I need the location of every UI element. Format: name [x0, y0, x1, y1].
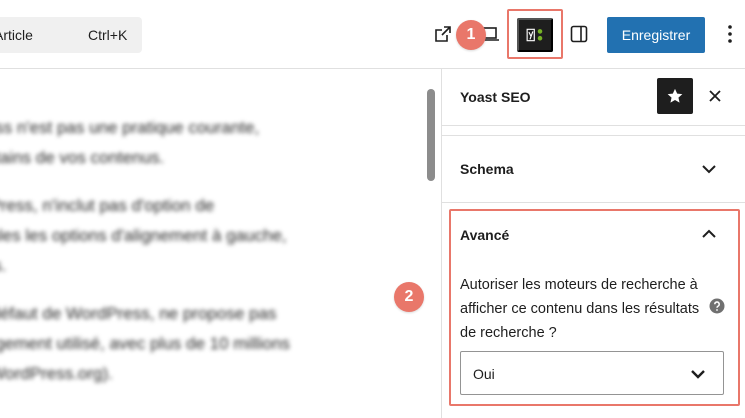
command-palette-shortcut: Ctrl+K [88, 27, 128, 43]
close-sidebar-button[interactable] [704, 85, 726, 107]
panel-schema[interactable]: Schema [442, 136, 745, 203]
select-value: Oui [473, 366, 495, 382]
settings-panel-icon [570, 25, 588, 43]
view-post-button[interactable] [431, 22, 455, 46]
sidebar-header: Yoast SEO [442, 69, 745, 126]
annotation-badge-1: 1 [456, 20, 486, 50]
editor-toolbar: Article Ctrl+K Enregistrer [0, 0, 745, 69]
paragraph-block[interactable]: dPress, n'inclut pas d'option de eules l… [0, 191, 400, 281]
chevron-down-icon [691, 370, 705, 379]
more-vertical-icon [728, 25, 732, 43]
search-visibility-label: Autoriser les moteurs de recherche à aff… [460, 277, 700, 341]
help-icon[interactable] [709, 298, 725, 314]
sidebar-title: Yoast SEO [460, 89, 531, 105]
annotation-badge-2: 2 [394, 282, 424, 312]
command-palette-label: Article [0, 27, 33, 43]
settings-panel-button[interactable] [567, 22, 591, 46]
external-link-icon [435, 26, 451, 42]
yoast-seo-button[interactable] [517, 18, 553, 52]
editor-scrollbar[interactable] [427, 89, 435, 181]
chevron-down-icon [702, 165, 716, 174]
pin-button[interactable] [657, 78, 693, 114]
search-visibility-select[interactable]: Oui [460, 351, 724, 395]
yoast-icon [526, 28, 543, 42]
close-icon [709, 90, 721, 102]
paragraph-block[interactable]: r défaut de WordPress, ne propose pas ar… [0, 299, 400, 389]
chevron-up-icon[interactable] [700, 225, 718, 243]
save-button[interactable]: Enregistrer [607, 17, 705, 53]
panel-schema-title: Schema [460, 161, 514, 177]
previous-panel-edge [442, 125, 745, 136]
panel-advanced-title[interactable]: Avancé [460, 227, 509, 243]
paragraph-block[interactable]: ress n'est pas une pratique courante, er… [0, 113, 400, 173]
star-icon [667, 88, 683, 103]
options-menu-button[interactable] [720, 22, 740, 46]
command-palette-button[interactable]: Article Ctrl+K [0, 17, 142, 53]
editor-canvas[interactable]: ress n'est pas une pratique courante, er… [0, 69, 441, 418]
yoast-sidebar: Yoast SEO Schema Avancé Autoriser les mo… [441, 69, 745, 418]
